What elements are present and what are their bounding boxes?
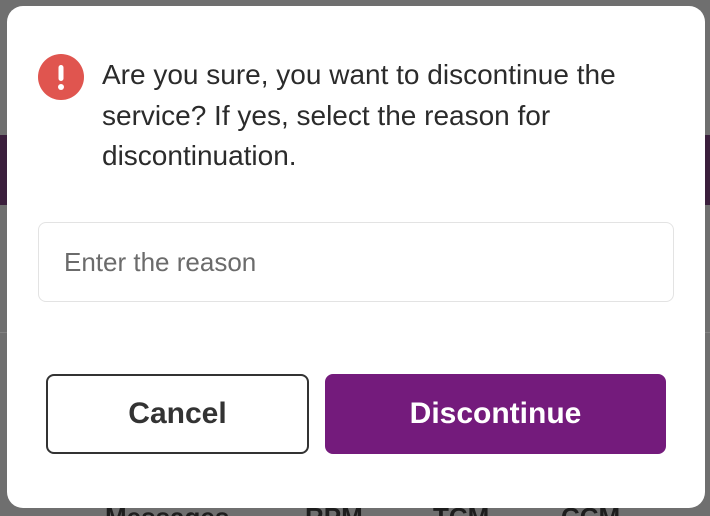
discontinue-service-dialog: Are you sure, you want to discontinue th… (7, 6, 705, 508)
dialog-message: Are you sure, you want to discontinue th… (102, 59, 616, 171)
reason-input[interactable] (38, 222, 674, 302)
alert-icon (38, 54, 84, 100)
cancel-button[interactable]: Cancel (46, 374, 309, 454)
discontinue-button[interactable]: Discontinue (325, 374, 666, 454)
